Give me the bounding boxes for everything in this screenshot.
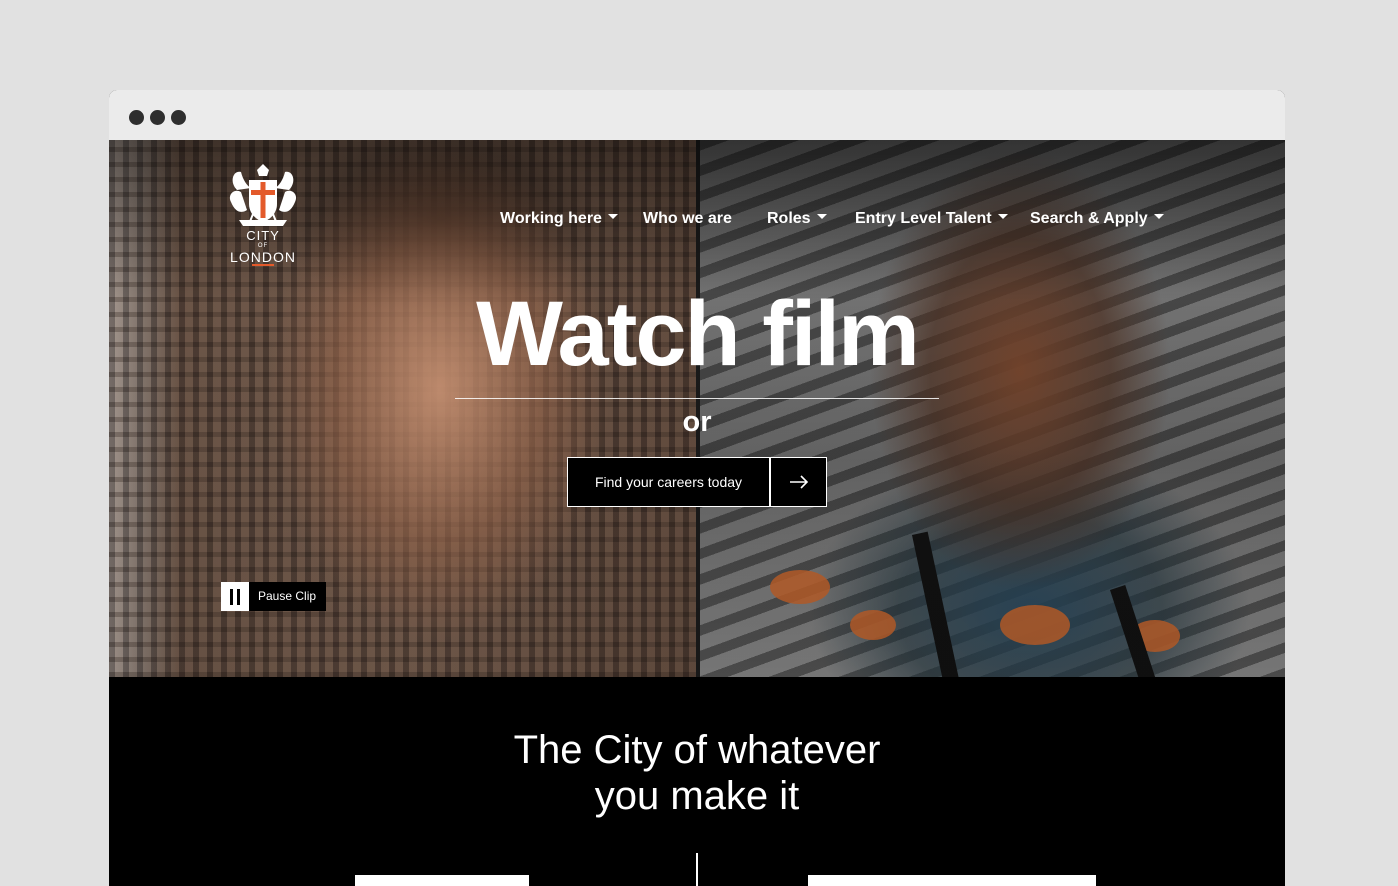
- nav-who-we-are-label: Who we are: [643, 210, 732, 227]
- tagline-line-1: The City of whatever: [513, 728, 881, 772]
- tagline: The City of whatever you make it: [397, 727, 997, 819]
- chevron-down-icon: [607, 214, 618, 220]
- nav-entry-level-talent[interactable]: Entry Level Talent: [855, 210, 1008, 228]
- find-careers-button[interactable]: Find your careers today: [567, 457, 827, 507]
- pause-clip-button[interactable]: Pause Clip: [221, 582, 326, 611]
- nav-roles-label: Roles: [767, 210, 811, 227]
- nav-search-apply[interactable]: Search & Apply: [1030, 210, 1164, 228]
- chevron-down-icon: [1153, 214, 1164, 220]
- browser-window: CITY OF LONDON Working here Who we are R…: [109, 90, 1285, 886]
- intro-section: The City of whatever you make it: [109, 677, 1285, 886]
- browser-titlebar: [109, 90, 1285, 140]
- pause-icon: [221, 582, 249, 611]
- hero-video: CITY OF LONDON Working here Who we are R…: [109, 140, 1285, 677]
- window-close-dot[interactable]: [129, 110, 144, 125]
- nav-who-we-are[interactable]: Who we are: [643, 210, 732, 228]
- logo-line-city: CITY: [246, 228, 280, 243]
- chevron-down-icon: [997, 214, 1008, 220]
- lower-left-button[interactable]: [355, 875, 529, 886]
- logo-accent-bar: [252, 264, 274, 266]
- arrow-right-icon: [790, 475, 809, 489]
- nav-search-apply-label: Search & Apply: [1030, 210, 1148, 227]
- headline-underline: [455, 398, 939, 399]
- nav-roles[interactable]: Roles: [767, 210, 827, 228]
- window-maximize-dot[interactable]: [171, 110, 186, 125]
- pause-clip-label: Pause Clip: [258, 589, 317, 603]
- city-of-london-logo-text[interactable]: CITY OF LONDON: [221, 229, 305, 264]
- nav-working-here[interactable]: Working here: [500, 210, 618, 228]
- chevron-down-icon: [816, 214, 827, 220]
- section-divider: [696, 853, 698, 886]
- lower-right-button[interactable]: [808, 875, 1096, 886]
- nav-entry-level-talent-label: Entry Level Talent: [855, 210, 992, 227]
- nav-working-here-label: Working here: [500, 210, 602, 227]
- window-minimize-dot[interactable]: [150, 110, 165, 125]
- watch-film-link[interactable]: Watch film: [455, 288, 939, 380]
- or-text: or: [682, 406, 712, 438]
- tagline-line-2: you make it: [594, 774, 800, 818]
- logo-line-london: LONDON: [230, 249, 296, 265]
- find-careers-button-label: Find your careers today: [594, 474, 743, 490]
